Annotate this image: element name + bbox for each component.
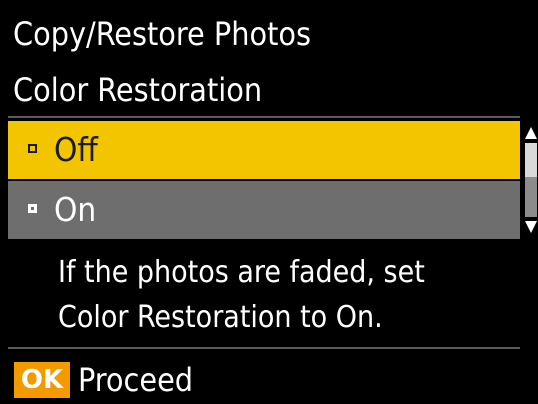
proceed-label: Proceed [78,361,194,399]
scrollbar[interactable] [522,121,538,239]
divider [8,347,520,349]
bullet-icon [28,204,37,213]
page-title: Copy/Restore Photos [13,15,311,53]
footer: OK Proceed [0,352,538,404]
option-off[interactable]: Off [8,121,520,179]
arrow-up-icon [525,127,537,139]
setting-title: Color Restoration [13,71,263,109]
option-label: On [54,190,97,229]
divider [8,116,520,118]
ok-button-icon[interactable]: OK [14,362,70,398]
option-on[interactable]: On [8,181,520,239]
scroll-thumb[interactable] [525,143,537,177]
lcd-screen: Copy/Restore Photos Color Restoration Of… [0,0,538,404]
option-label: Off [54,130,98,169]
help-message: If the photos are faded, set Color Resto… [58,250,528,340]
bullet-icon [28,144,37,153]
help-message-line: Color Restoration to On. [58,300,383,335]
help-message-line: If the photos are faded, set [58,255,425,290]
arrow-down-icon [525,221,537,233]
